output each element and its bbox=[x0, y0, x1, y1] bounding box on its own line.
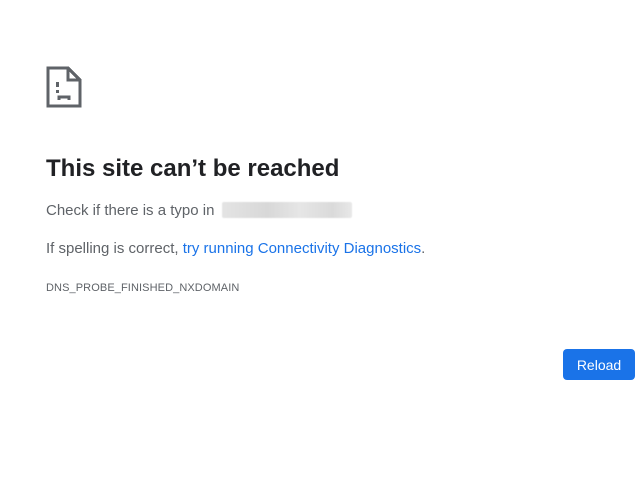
spelling-hint: If spelling is correct, try running Conn… bbox=[46, 239, 425, 259]
reload-button[interactable]: Reload bbox=[563, 349, 635, 380]
error-code: DNS_PROBE_FINISHED_NXDOMAIN bbox=[46, 282, 240, 294]
redacted-domain bbox=[221, 201, 352, 218]
typo-hint-text: Check if there is a typo in bbox=[46, 202, 215, 219]
sad-page-icon bbox=[46, 66, 82, 108]
diagnostics-suffix: . bbox=[421, 240, 426, 257]
page-title: This site can’t be reached bbox=[46, 155, 340, 182]
spelling-hint-text: If spelling is correct, bbox=[46, 240, 179, 257]
typo-hint: Check if there is a typo in bbox=[46, 201, 352, 221]
diagnostics-link[interactable]: try running Connectivity Diagnostics bbox=[183, 240, 421, 257]
